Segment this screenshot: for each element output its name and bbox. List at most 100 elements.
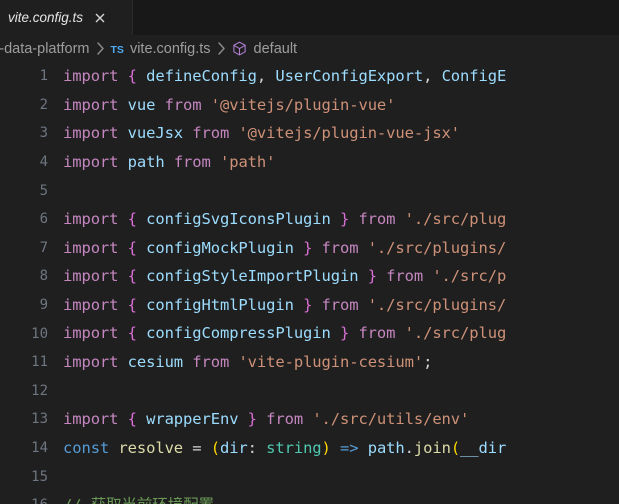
code-token: configCompressPlugin <box>146 324 331 343</box>
code-token: { <box>127 267 137 286</box>
code-token: dir <box>219 438 248 457</box>
tab-label: vite.config.ts <box>8 10 84 25</box>
code-token: from <box>358 324 396 343</box>
line-number: 13 <box>31 411 48 428</box>
breadcrumb-item-file[interactable]: TS vite.config.ts <box>111 41 211 57</box>
chevron-right-icon <box>96 42 105 55</box>
code-token: } <box>303 238 313 257</box>
code-token: UserConfigExport <box>275 67 424 85</box>
code-token: ConfigE <box>441 67 507 85</box>
code-token: configHtmlPlugin <box>146 295 294 314</box>
line-number: 9 <box>39 297 48 314</box>
code-token: defineConfig <box>146 67 257 85</box>
line-number: 6 <box>39 211 48 228</box>
code-line[interactable]: 13 import { wrapperEnv } from './src/util… <box>0 405 619 434</box>
code-line[interactable]: 8 import { configStyleImportPlugin } from… <box>0 262 619 291</box>
code-line[interactable]: 3 import vueJsx from '@vitejs/plugin-vue-… <box>0 119 619 148</box>
editor-tab-bar: TS vite.config.ts <box>0 0 619 35</box>
line-number: 5 <box>39 182 48 199</box>
code-token: ; <box>423 352 433 371</box>
line-number: 16 <box>0 497 48 504</box>
code-line[interactable]: 6 import { configSvgIconsPlugin } from '.… <box>0 205 619 234</box>
code-token: from <box>173 152 211 171</box>
code-token: import <box>63 95 119 114</box>
code-token: configMockPlugin <box>146 238 294 257</box>
code-token: from <box>386 267 424 286</box>
line-number: 3 <box>39 125 48 142</box>
breadcrumb-item-folder[interactable]: s-data-platform <box>0 41 90 57</box>
code-line[interactable]: 7 import { configMockPlugin } from './src… <box>0 234 619 263</box>
code-token: path <box>367 438 405 457</box>
code-token: ( <box>210 438 220 457</box>
code-line-text: import vue from '@vitejs/plugin-vue' <box>48 91 619 120</box>
code-token: { <box>127 67 137 85</box>
code-token: cesium <box>127 352 184 371</box>
code-line[interactable]: 12 <box>0 377 619 406</box>
code-token: configStyleImportPlugin <box>146 267 359 286</box>
code-token: path <box>127 152 165 171</box>
code-line[interactable]: 11 import cesium from 'vite-plugin-cesium… <box>0 348 619 377</box>
code-token: '@vitejs/plugin-vue' <box>210 95 396 114</box>
code-line[interactable]: 9 import { configHtmlPlugin } from './src… <box>0 291 619 320</box>
code-token: 'path' <box>219 152 276 171</box>
code-line[interactable]: 2 import vue from '@vitejs/plugin-vue' <box>0 91 619 120</box>
code-line[interactable]: 1 import { defineConfig, UserConfigExport… <box>0 62 619 91</box>
code-token: import <box>63 67 119 85</box>
code-token: vue <box>127 95 156 114</box>
code-line[interactable]: 14 const resolve = (dir: string) => path.… <box>0 434 619 463</box>
code-line[interactable]: 10 import { configCompressPlugin } from '… <box>0 319 619 348</box>
code-line[interactable]: 5 <box>0 176 619 205</box>
code-line-text: import { configMockPlugin } from './src/… <box>48 234 619 263</box>
code-line[interactable]: 16 // 获取当前环境配置 <box>0 491 619 504</box>
code-line-text: import cesium from 'vite-plugin-cesium'; <box>48 348 619 377</box>
code-token: from <box>321 295 359 314</box>
code-token: import <box>63 324 119 343</box>
line-number: 8 <box>39 268 48 285</box>
code-editor-area[interactable]: 1 import { defineConfig, UserConfigExport… <box>0 62 619 504</box>
code-line[interactable]: 15 <box>0 462 619 491</box>
code-token: import <box>63 152 119 171</box>
code-token: configSvgIconsPlugin <box>146 209 331 228</box>
line-number: 1 <box>39 68 48 85</box>
code-token: './src/plug <box>404 324 507 343</box>
code-token: __dir <box>460 438 507 457</box>
code-line-text: import { configStyleImportPlugin } from … <box>48 262 619 291</box>
code-token: from <box>192 124 230 143</box>
code-token: import <box>63 410 119 429</box>
code-token: from <box>192 352 230 371</box>
breadcrumb-item-symbol[interactable]: default <box>232 41 297 57</box>
line-number: 4 <box>39 154 48 171</box>
line-number: 14 <box>31 440 48 457</box>
line-number: 15 <box>31 468 48 485</box>
close-icon[interactable] <box>92 10 108 26</box>
code-line[interactable]: 4 import path from 'path' <box>0 148 619 177</box>
tab-vite-config-ts[interactable]: TS vite.config.ts <box>0 0 133 35</box>
